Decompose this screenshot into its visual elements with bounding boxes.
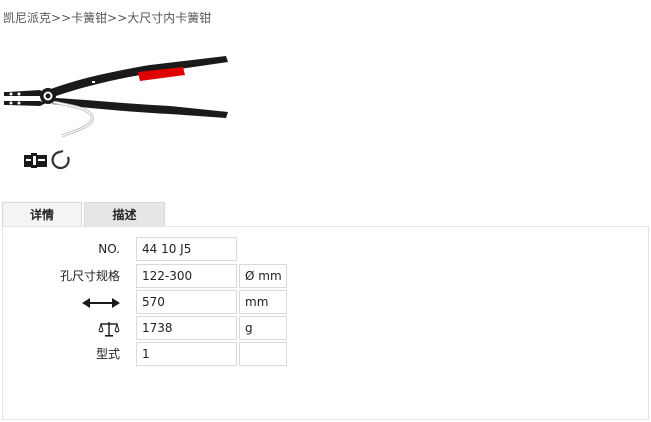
breadcrumb: 凯尼派克>>卡簧钳>>大尺寸内卡簧钳	[3, 9, 211, 26]
tab-description[interactable]: 描述	[84, 202, 165, 226]
spec-row-length: 570 mm	[3, 290, 650, 316]
spec-row-bore-size: 孔尺寸规格 122-300 Ø mm	[3, 264, 650, 290]
spec-unit-type	[239, 342, 287, 366]
spec-unit-bore-size: Ø mm	[239, 264, 287, 288]
product-image	[0, 48, 235, 147]
internal-circlip-icon	[51, 149, 70, 170]
spec-row-weight: 1738 g	[3, 316, 650, 342]
breadcrumb-separator: >>	[107, 11, 128, 25]
spec-value-weight: 1738	[136, 316, 237, 340]
spec-value-length: 570	[136, 290, 237, 314]
spec-unit-weight: g	[239, 316, 287, 340]
spec-label-bore-size: 孔尺寸规格	[59, 269, 120, 283]
circlip-pliers-image	[4, 56, 228, 138]
breadcrumb-item-category[interactable]: 卡簧钳	[71, 11, 107, 25]
details-panel: NO. 44 10 J5 孔尺寸规格 122-300 Ø mm 570 mm 1…	[2, 226, 649, 420]
spec-unit-length: mm	[239, 290, 287, 314]
spec-label-weight	[3, 316, 120, 342]
breadcrumb-item-current: 大尺寸内卡簧钳	[127, 11, 212, 25]
breadcrumb-separator: >>	[51, 11, 72, 25]
spec-value-bore-size: 122-300	[136, 264, 237, 288]
spec-label-no: NO.	[98, 242, 120, 256]
tab-details[interactable]: 详情	[2, 202, 82, 226]
spec-label-length	[3, 290, 120, 316]
length-arrows-icon	[82, 297, 120, 308]
jaw-type-icon	[24, 153, 47, 168]
spec-row-no: NO. 44 10 J5	[3, 237, 650, 263]
weight-scale-icon	[98, 321, 120, 337]
product-pictograms	[22, 149, 70, 175]
spec-value-type: 1	[136, 342, 237, 366]
spec-row-type: 型式 1	[3, 342, 650, 368]
spec-label-type: 型式	[95, 347, 120, 361]
spec-value-no: 44 10 J5	[136, 237, 237, 261]
breadcrumb-item-brand[interactable]: 凯尼派克	[3, 11, 51, 25]
